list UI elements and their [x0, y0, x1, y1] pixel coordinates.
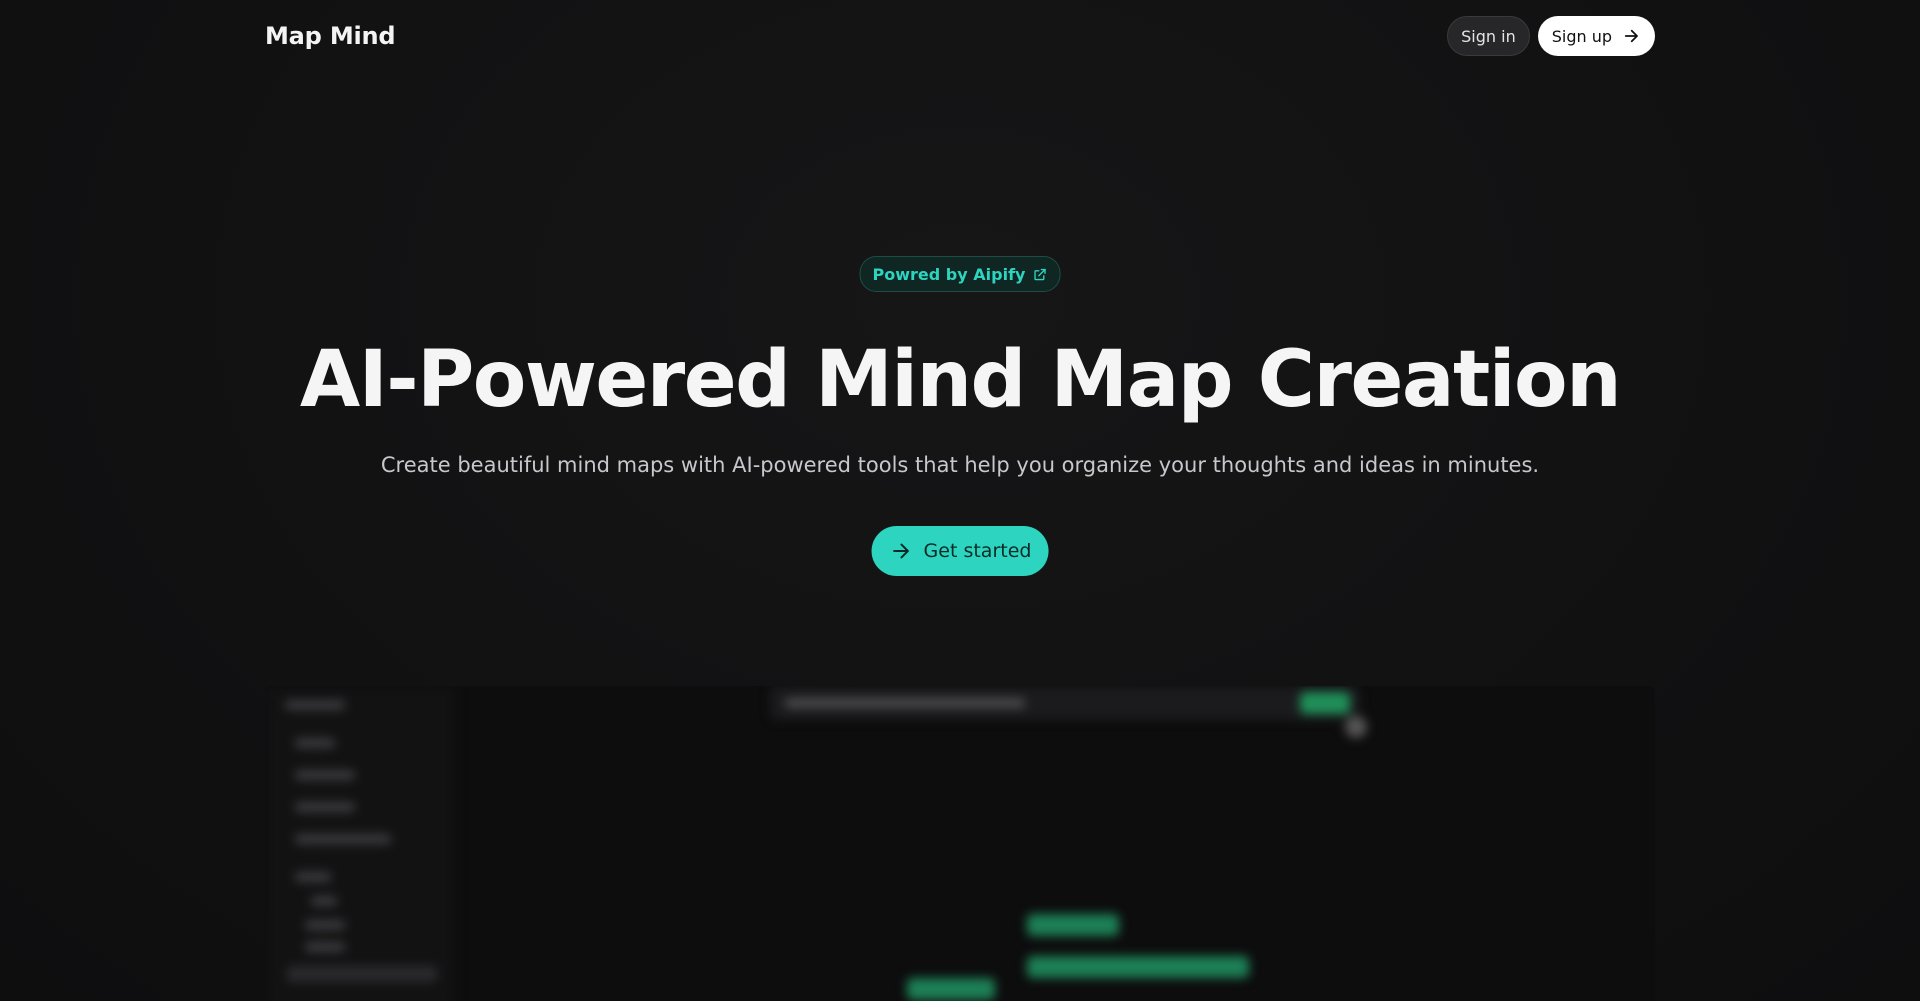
powered-by-badge[interactable]: Powred by Aipify [859, 256, 1061, 292]
badge-label: Powred by Aipify [872, 264, 1026, 284]
sign-in-button[interactable]: Sign in [1447, 16, 1530, 56]
preview-node [907, 978, 995, 1000]
preview-search-button [1300, 692, 1350, 714]
brand-logo[interactable]: Map Mind [265, 22, 396, 50]
landing-page: Map Mind Sign in Sign up Powred by Aipif… [0, 0, 1920, 1001]
arrow-right-icon [1624, 29, 1638, 43]
auth-actions: Sign in Sign up [1447, 16, 1655, 56]
top-navigation: Map Mind Sign in Sign up [265, 16, 1655, 56]
blurred-preview-content [265, 686, 1655, 1001]
sign-up-button[interactable]: Sign up [1537, 16, 1655, 56]
hero-subtitle: Create beautiful mind maps with AI-power… [380, 453, 1540, 477]
arrow-right-icon [893, 543, 909, 559]
external-link-icon [1034, 268, 1046, 280]
preview-node [1027, 956, 1249, 978]
preview-node [1027, 914, 1119, 936]
sign-up-label: Sign up [1551, 26, 1612, 46]
app-preview-screenshot [265, 686, 1655, 1001]
preview-cursor-dot [1345, 716, 1367, 738]
get-started-button[interactable]: Get started [871, 526, 1049, 576]
preview-sidebar [265, 686, 455, 1001]
hero-title: AI-Powered Mind Map Creation [299, 335, 1622, 425]
get-started-label: Get started [923, 540, 1032, 562]
